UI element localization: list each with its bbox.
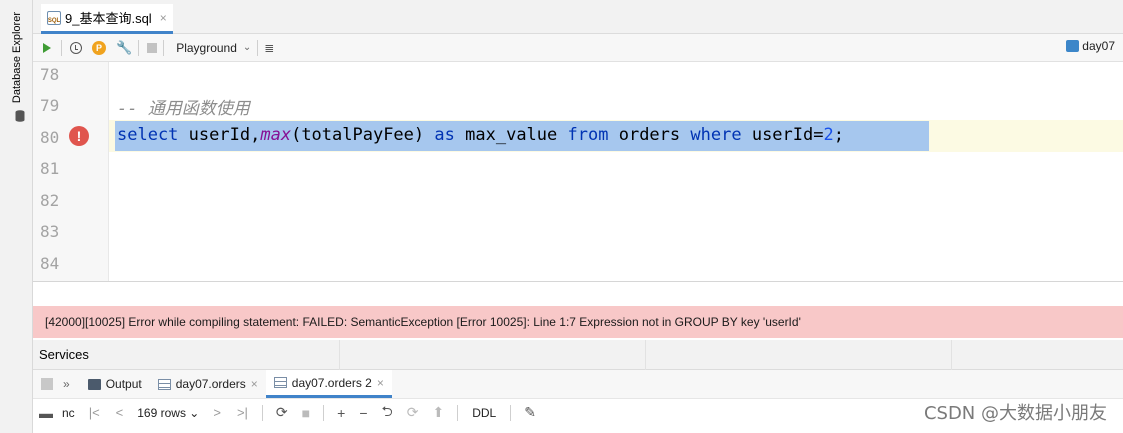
- row-count-dropdown[interactable]: 169 rows ⌄: [137, 406, 199, 420]
- remove-row-icon[interactable]: −: [359, 405, 367, 421]
- tab-title: 9_基本查询.sql: [65, 11, 152, 26]
- first-page-icon[interactable]: |<: [89, 405, 100, 420]
- keyword-where: where: [690, 125, 742, 145]
- database-explorer-strip[interactable]: Database Explorer: [0, 0, 33, 433]
- line-number: 79: [40, 96, 60, 115]
- line-number: 81: [40, 159, 60, 178]
- line-number: 82: [40, 191, 60, 210]
- structure-lines-icon[interactable]: ≣: [264, 41, 274, 55]
- close-icon[interactable]: ×: [251, 377, 258, 391]
- sql-file-icon: SQL: [47, 10, 61, 25]
- sql-editor[interactable]: 78 79 80 ! 81 82 83 84 -- 通用函数使用 select …: [33, 62, 1123, 282]
- wrench-icon[interactable]: 🔧: [116, 40, 132, 56]
- prev-page-icon[interactable]: <: [116, 405, 124, 420]
- session-label: Playground: [176, 40, 237, 55]
- paren-close: ): [413, 125, 425, 145]
- number-literal: 2: [823, 125, 834, 145]
- line-number: 80: [40, 128, 60, 147]
- next-page-icon[interactable]: >: [213, 405, 221, 420]
- tab-output[interactable]: Output: [80, 370, 150, 398]
- error-message-text: [42000][10025] Error while compiling sta…: [45, 315, 801, 329]
- toolbar-separator: [138, 39, 140, 56]
- table-orders: orders: [618, 125, 681, 145]
- connection-label: day07: [1082, 39, 1115, 53]
- add-row-icon[interactable]: +: [337, 405, 345, 421]
- editor-tab-bar: SQL 9_基本查询.sql ×: [33, 0, 1123, 34]
- line-number: 84: [40, 254, 60, 273]
- profile-p-icon[interactable]: P: [92, 40, 106, 55]
- submit-icon[interactable]: ⟳: [407, 404, 419, 421]
- output-icon: [87, 378, 101, 390]
- result-tabs-bar: » Output day07.orders × day07.orders 2 ×: [33, 370, 1123, 398]
- semicolon: ;: [833, 125, 844, 145]
- tab-day07-orders[interactable]: day07.orders ×: [150, 370, 266, 398]
- toolbar-separator: [261, 404, 263, 421]
- session-dropdown[interactable]: Playground ⌄: [176, 41, 251, 55]
- toolbar-separator: [257, 39, 259, 56]
- connection-selector[interactable]: day07: [1066, 39, 1115, 53]
- toolbar-separator: [457, 404, 459, 421]
- tab-label: Output: [105, 377, 142, 391]
- last-page-icon[interactable]: >|: [237, 405, 248, 420]
- table-icon: [273, 377, 287, 388]
- expand-icon[interactable]: »: [63, 377, 70, 391]
- stop-icon[interactable]: [147, 42, 158, 53]
- chevron-down-icon: ⌄: [189, 405, 200, 420]
- execute-play-icon[interactable]: [43, 42, 51, 53]
- services-panel-header: Services: [33, 340, 1123, 370]
- tab-label: day07.orders: [175, 377, 246, 391]
- chevron-down-icon: ⌄: [242, 42, 252, 53]
- truncated-tree-label: nc: [62, 405, 75, 420]
- equals-operator: =: [813, 125, 824, 145]
- keyword-as: as: [434, 125, 455, 145]
- toolbar-separator: [323, 404, 325, 421]
- close-icon[interactable]: ×: [377, 376, 384, 390]
- editor-toolbar: P 🔧 Playground ⌄ ≣ day07: [33, 34, 1123, 62]
- column-userid: userId: [188, 125, 251, 145]
- comma: ,: [250, 125, 261, 145]
- history-clock-icon[interactable]: [70, 41, 82, 54]
- pin-icon[interactable]: ✎: [524, 404, 536, 421]
- tab-sql-file[interactable]: SQL 9_基本查询.sql ×: [41, 4, 173, 34]
- column-userid-condition: userId: [751, 125, 814, 145]
- line-number: 78: [40, 65, 60, 84]
- close-icon[interactable]: ×: [160, 11, 167, 25]
- column-divider: [951, 340, 952, 370]
- toolbar-separator: [163, 39, 165, 56]
- row-count-label: 169 rows: [137, 405, 186, 420]
- error-message-bar: [42000][10025] Error while compiling sta…: [33, 306, 1123, 338]
- database-explorer-label[interactable]: Database Explorer: [11, 12, 23, 103]
- services-title: Services: [39, 347, 89, 362]
- watermark: CSDN @大数据小朋友: [923, 403, 1107, 424]
- line-number: 83: [40, 222, 60, 241]
- datasource-icon: [1066, 40, 1080, 52]
- keyword-select: select: [117, 125, 179, 145]
- toolbar-separator: [510, 404, 512, 421]
- stop-icon[interactable]: ■: [302, 405, 310, 421]
- database-icon: [15, 110, 25, 122]
- tab-day07-orders-2[interactable]: day07.orders 2 ×: [265, 370, 392, 398]
- tab-label: day07.orders 2: [291, 375, 372, 390]
- table-icon: [157, 378, 171, 390]
- column-divider: [645, 340, 646, 370]
- error-marker-icon[interactable]: !: [69, 126, 89, 146]
- sql-comment-line: -- 通用函数使用: [117, 99, 250, 119]
- keyword-from: from: [567, 125, 609, 145]
- toolbar-separator: [61, 39, 62, 56]
- layout-grid-icon[interactable]: ▬: [39, 405, 53, 421]
- sql-statement-line: select userId,max(totalPayFee) as max_va…: [117, 125, 844, 145]
- revert-icon[interactable]: ⮌: [382, 401, 393, 425]
- paren-open: (: [291, 125, 302, 145]
- column-divider: [339, 340, 340, 370]
- alias-max-value: max_value: [465, 125, 558, 145]
- function-max: max: [260, 125, 292, 145]
- column-totalpayfee: totalPayFee: [301, 125, 414, 145]
- services-stop-icon[interactable]: [41, 378, 53, 390]
- upload-icon[interactable]: ⬆: [432, 404, 444, 421]
- refresh-icon[interactable]: ⟳: [276, 404, 288, 421]
- ddl-button[interactable]: DDL: [472, 406, 496, 420]
